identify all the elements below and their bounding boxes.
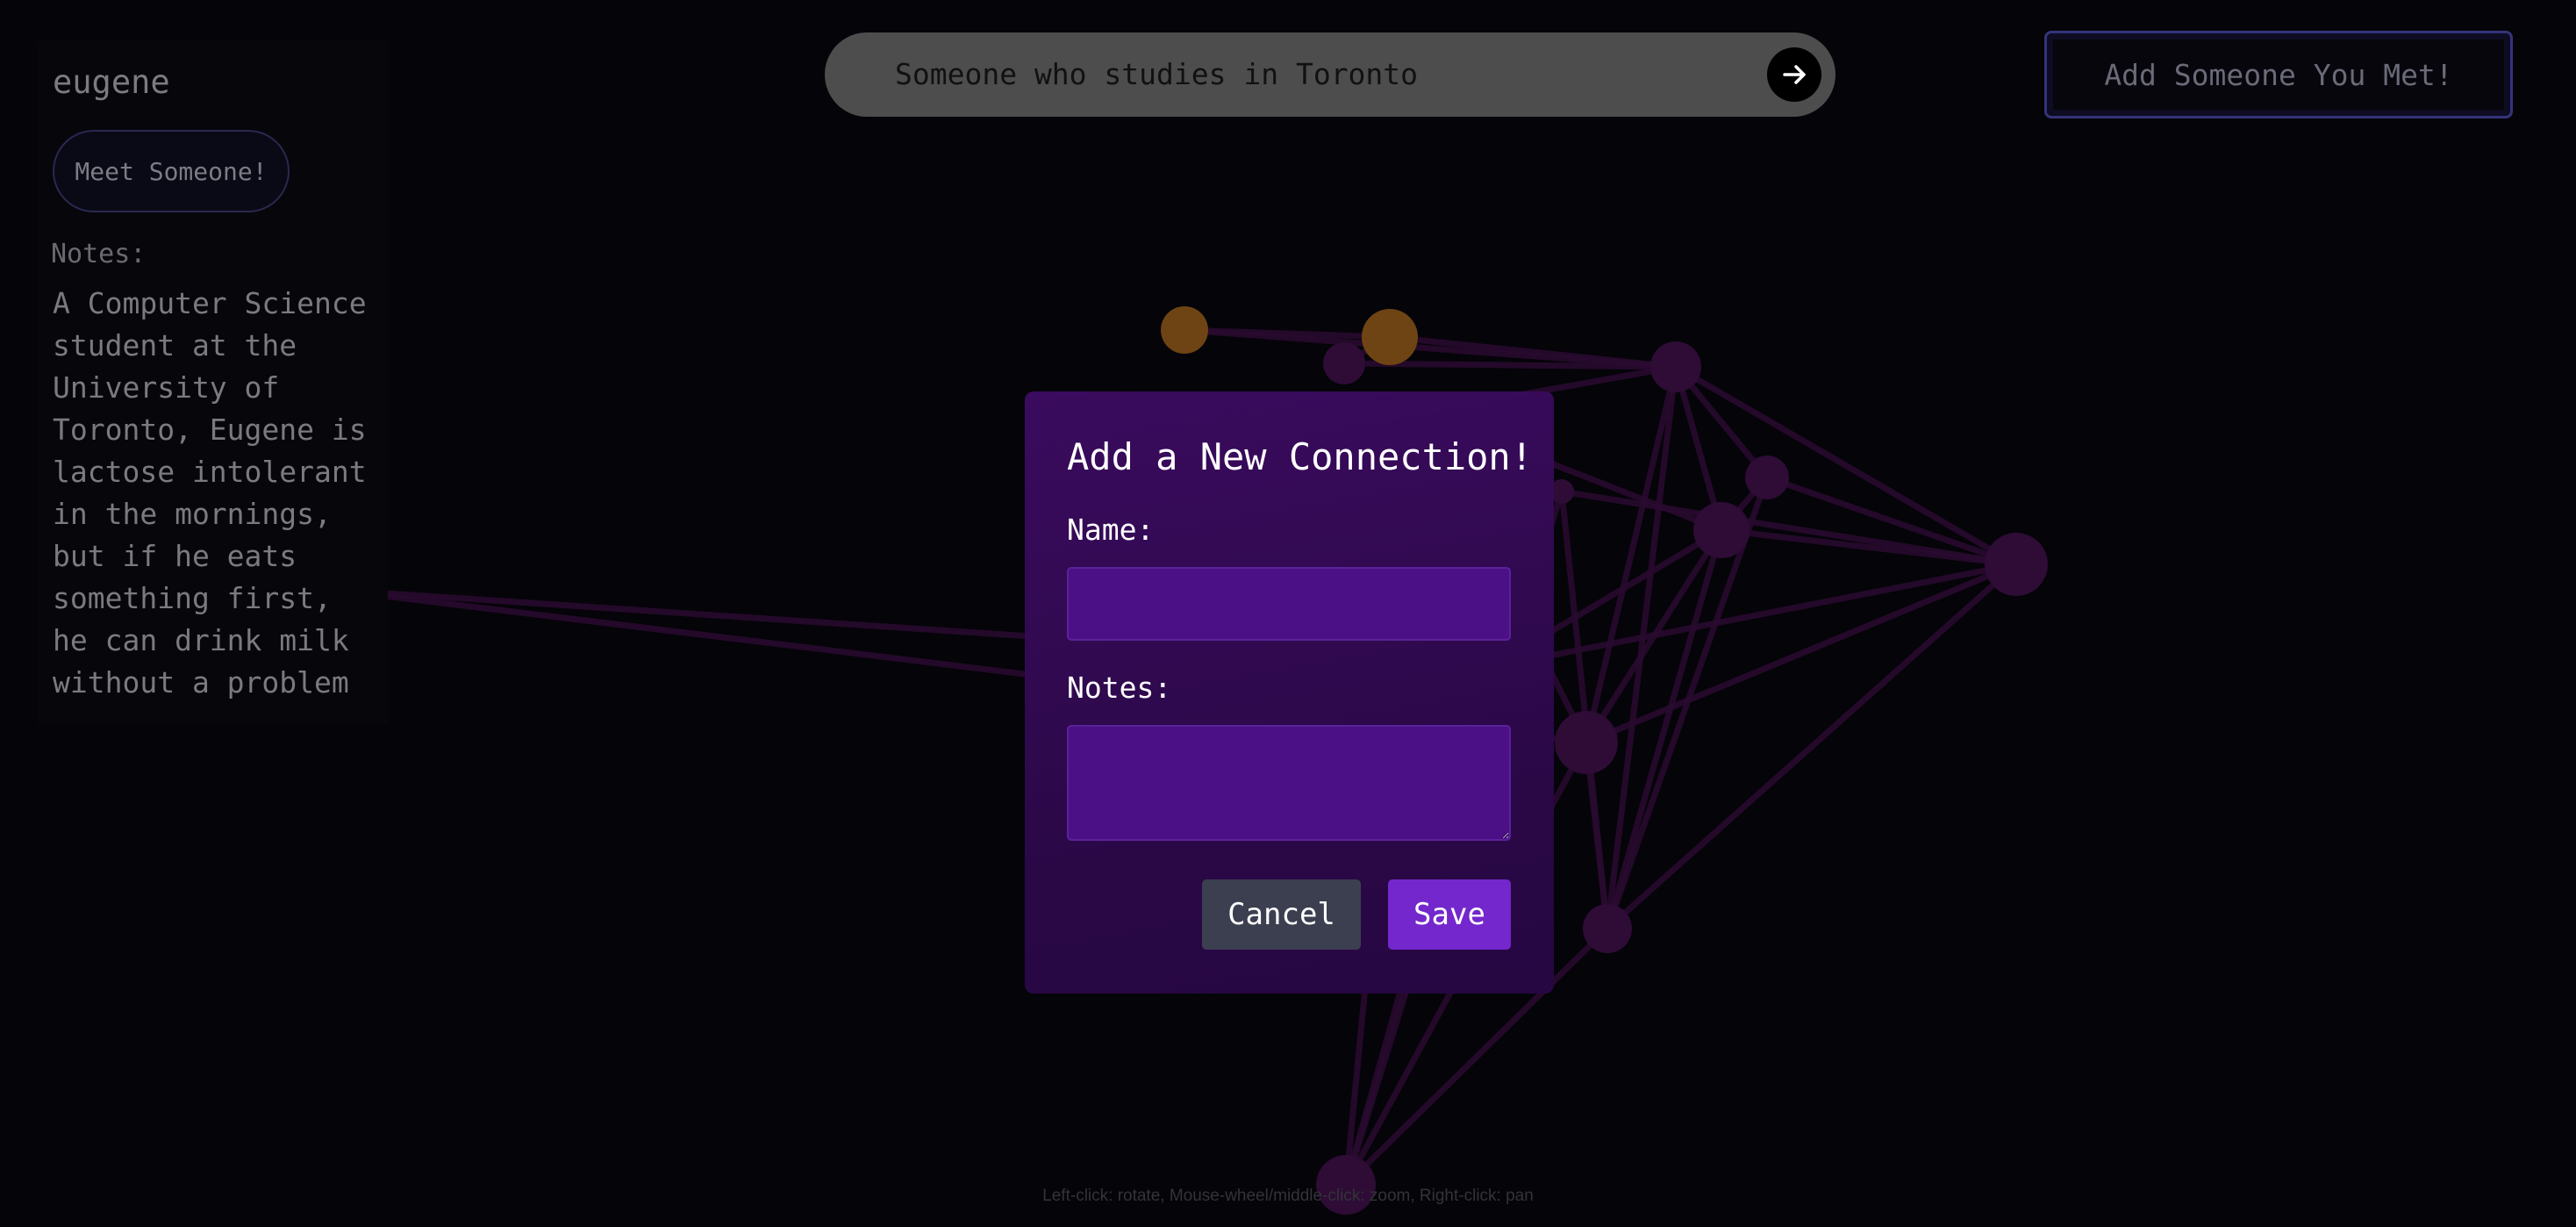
graph-node[interactable] xyxy=(1650,341,1701,392)
save-button[interactable]: Save xyxy=(1388,879,1511,950)
notes-label: Notes: xyxy=(1067,671,1172,705)
graph-edge xyxy=(1604,366,1679,929)
graph-node[interactable] xyxy=(1555,711,1618,774)
graph-node[interactable] xyxy=(1161,306,1208,354)
app-root: eugene Meet Someone! Notes: A Computer S… xyxy=(0,0,2576,1227)
graph-node[interactable] xyxy=(1583,904,1632,953)
person-name: eugene xyxy=(53,63,170,101)
graph-node[interactable] xyxy=(1985,533,2048,596)
graph-node[interactable] xyxy=(1693,502,1750,558)
modal-title: Add a New Connection! xyxy=(1067,435,1534,478)
name-label: Name: xyxy=(1067,513,1155,547)
add-someone-button[interactable]: Add Someone You Met! xyxy=(2044,31,2513,118)
search-input[interactable]: Someone who studies in Toronto xyxy=(895,32,1418,117)
graph-node[interactable] xyxy=(1323,342,1365,384)
search-bar[interactable]: Someone who studies in Toronto xyxy=(825,32,1835,117)
person-notes-label: Notes: xyxy=(51,239,147,269)
graph-node[interactable] xyxy=(1362,309,1418,365)
arrow-right-icon xyxy=(1783,65,1806,84)
person-notes: A Computer Science student at the Univer… xyxy=(53,286,367,700)
meet-someone-button[interactable]: Meet Someone! xyxy=(53,130,290,212)
controls-help-text: Left-click: rotate, Mouse-wheel/middle-c… xyxy=(1042,1187,1534,1205)
notes-input[interactable] xyxy=(1067,725,1511,841)
name-input[interactable] xyxy=(1067,567,1511,641)
add-connection-modal: Add a New Connection! Name: Notes: Cance… xyxy=(1025,391,1554,994)
search-submit-button[interactable] xyxy=(1767,47,1821,102)
cancel-button[interactable]: Cancel xyxy=(1202,879,1361,950)
graph-node[interactable] xyxy=(1745,456,1789,499)
graph-edge xyxy=(1583,366,1679,743)
